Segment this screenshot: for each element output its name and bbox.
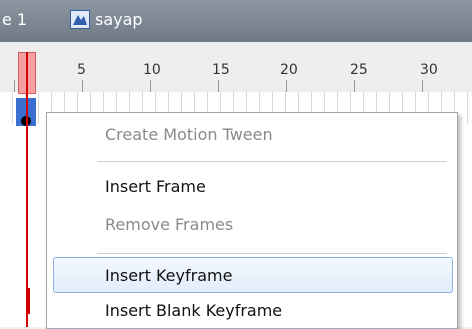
menu-item-remove-frames[interactable]: Remove Frames: [105, 215, 233, 234]
scene-label[interactable]: e 1: [2, 10, 27, 29]
ruler-tick: [354, 80, 355, 92]
frame-number: 25: [350, 62, 368, 78]
menu-item-insert-blank-keyframe[interactable]: Insert Blank Keyframe: [105, 301, 282, 320]
frame-number: 15: [212, 62, 230, 78]
timeline-ruler[interactable]: 1 5 10 15 20 25 30: [0, 42, 472, 93]
context-menu: Create Motion Tween Insert Frame Remove …: [46, 112, 458, 329]
frame-number: 5: [77, 62, 86, 78]
menu-separator: [97, 253, 447, 254]
ruler-tick: [82, 80, 83, 92]
menu-item-insert-frame[interactable]: Insert Frame: [105, 177, 206, 196]
ruler-tick: [14, 80, 15, 92]
frame-number: 30: [420, 62, 438, 78]
playhead-line[interactable]: [26, 52, 28, 327]
menu-separator: [97, 161, 447, 162]
symbol-name[interactable]: sayap: [95, 10, 143, 29]
movie-clip-icon: [70, 10, 90, 29]
scene-bar: e 1 sayap: [0, 0, 472, 42]
ruler-tick: [422, 80, 423, 92]
ruler-tick: [150, 80, 151, 92]
ruler-tick: [286, 80, 287, 92]
menu-item-insert-keyframe[interactable]: Insert Keyframe: [105, 266, 232, 285]
menu-item-create-motion-tween[interactable]: Create Motion Tween: [105, 125, 273, 144]
ruler-tick: [218, 80, 219, 92]
frame-number: 10: [143, 62, 161, 78]
frame-number: 20: [280, 62, 298, 78]
frame-end-marker: [28, 288, 40, 314]
